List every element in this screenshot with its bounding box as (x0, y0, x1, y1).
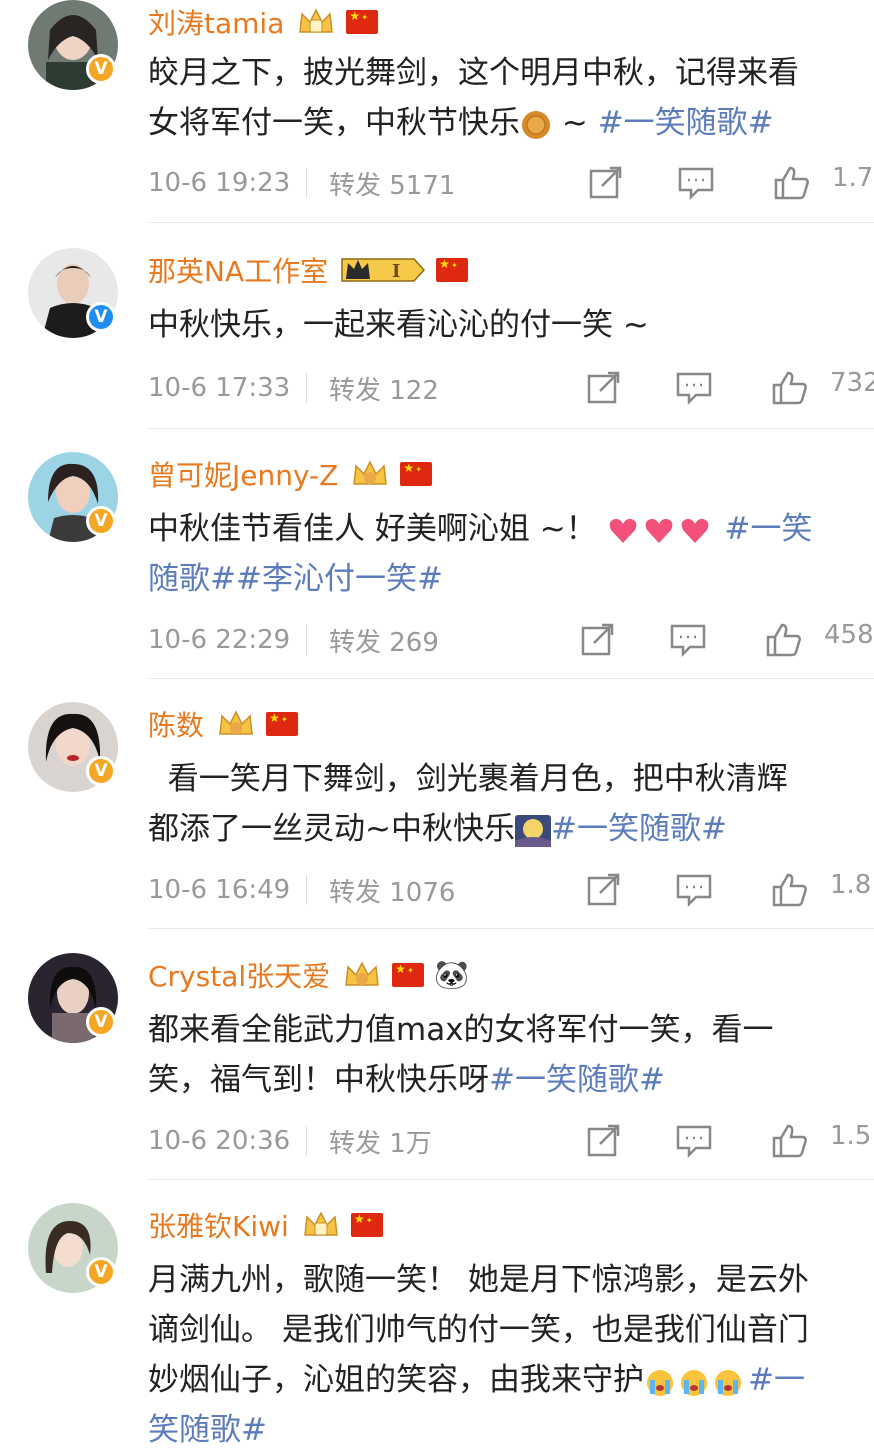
divider (148, 222, 874, 223)
repost-count[interactable]: 转发 122 (329, 370, 559, 407)
share-icon[interactable] (580, 623, 616, 657)
like-icon[interactable] (766, 623, 802, 657)
crown-badge-icon (345, 961, 379, 986)
divider (148, 428, 874, 429)
hashtag-link[interactable]: 随歌##李沁付一笑# (148, 561, 443, 597)
heart-emoji-icon (609, 518, 708, 543)
verified-badge: V (86, 302, 116, 332)
like-icon[interactable] (774, 166, 810, 200)
china-flag-icon (346, 9, 379, 34)
share-icon[interactable] (586, 873, 622, 907)
post-time: 10-6 19:23 (148, 168, 291, 198)
user-name[interactable]: Crystal张天爱 (148, 955, 330, 995)
user-name[interactable]: 陈数 (148, 704, 204, 744)
divider (148, 678, 874, 679)
like-count: 1.7 (832, 163, 874, 193)
like-count: 1.8 (830, 870, 872, 900)
crown-badge-icon (303, 1211, 338, 1236)
user-name[interactable]: 曾可妮Jenny-Z (148, 454, 338, 494)
comment-icon[interactable] (676, 371, 712, 405)
share-icon[interactable] (588, 166, 624, 200)
repost-count[interactable]: 转发 5171 (329, 165, 559, 202)
comment-icon[interactable] (678, 166, 714, 200)
like-icon[interactable] (772, 1124, 808, 1158)
divider (306, 373, 307, 403)
user-name[interactable]: 张雅钦Kiwi (148, 1205, 289, 1245)
user-name[interactable]: 那英NA工作室 (148, 250, 328, 290)
like-count: 732 (830, 368, 874, 398)
hashtag-link[interactable]: #一笑随歌# (489, 1062, 665, 1098)
divider (148, 928, 874, 929)
verified-badge: V (86, 506, 116, 536)
svg-text:I: I (392, 261, 400, 282)
verified-badge: V (86, 54, 116, 84)
repost-count[interactable]: 转发 1万 (329, 1123, 559, 1160)
divider (306, 875, 307, 905)
post-time: 10-6 22:29 (148, 625, 291, 655)
post-text: 中秋佳节看佳人 好美啊沁姐 ~！ #一笑 随歌##李沁付一笑# (148, 511, 813, 597)
china-flag-icon (400, 461, 433, 486)
panda-icon: 🐼 (434, 958, 470, 991)
like-icon[interactable] (772, 371, 808, 405)
share-icon[interactable] (586, 371, 622, 405)
china-flag-icon (392, 962, 425, 987)
vip-badge-icon: I (341, 258, 426, 282)
china-flag-icon (436, 257, 469, 282)
share-icon[interactable] (586, 1124, 622, 1158)
divider (306, 1126, 307, 1156)
like-count: 458 (824, 620, 874, 650)
crown-badge-icon (219, 710, 253, 735)
mooncake-emoji-icon (522, 110, 550, 139)
crown-badge-icon (299, 8, 334, 33)
crying-emoji-icon (647, 1369, 741, 1396)
comment-icon[interactable] (670, 623, 706, 657)
post-time: 10-6 20:36 (148, 1126, 291, 1156)
post-text: 皎月之下，披光舞剑，这个明月中秋，记得来看 女将军付一笑，中秋节快乐 ~ #一笑… (148, 55, 799, 141)
moon-emoji-icon (514, 814, 551, 847)
verified-badge: V (86, 1257, 116, 1287)
divider (148, 1179, 874, 1180)
hashtag-link[interactable]: 笑随歌# (148, 1412, 267, 1448)
post-text: 都来看全能武力值max的女将军付一笑，看一 笑，福气到！中秋快乐呀#一笑随歌# (148, 1012, 774, 1098)
comment-icon[interactable] (676, 873, 712, 907)
hashtag-link[interactable]: #一 (748, 1362, 805, 1398)
hashtag-link[interactable]: #一笑 (724, 511, 812, 547)
post-text: 月满九州，歌随一笑！ 她是月下惊鸿影，是云外 谪剑仙。 是我们帅气的付一笑，也是… (148, 1262, 809, 1448)
user-name[interactable]: 刘涛tamia (148, 2, 284, 42)
post-text: 中秋快乐，一起来看沁沁的付一笑 ~ (148, 307, 649, 343)
repost-count[interactable]: 转发 1076 (329, 872, 559, 909)
like-count: 1.5 (830, 1121, 872, 1151)
verified-badge: V (86, 1007, 116, 1037)
post-time: 10-6 17:33 (148, 373, 291, 403)
post-time: 10-6 16:49 (148, 875, 291, 905)
verified-badge: V (86, 756, 116, 786)
post-text: 看一笑月下舞剑，剑光裹着月色，把中秋清辉 都添了一丝灵动~中秋快乐 #一笑随歌# (148, 761, 788, 847)
like-icon[interactable] (772, 873, 808, 907)
china-flag-icon (266, 711, 299, 736)
hashtag-link[interactable]: #一笑随歌# (551, 811, 727, 847)
divider (306, 625, 307, 655)
repost-count[interactable]: 转发 269 (329, 622, 559, 659)
crown-badge-icon (353, 460, 388, 485)
comment-icon[interactable] (676, 1124, 712, 1158)
china-flag-icon (350, 1212, 383, 1237)
divider (306, 168, 307, 198)
hashtag-link[interactable]: #一笑随歌# (598, 105, 774, 141)
